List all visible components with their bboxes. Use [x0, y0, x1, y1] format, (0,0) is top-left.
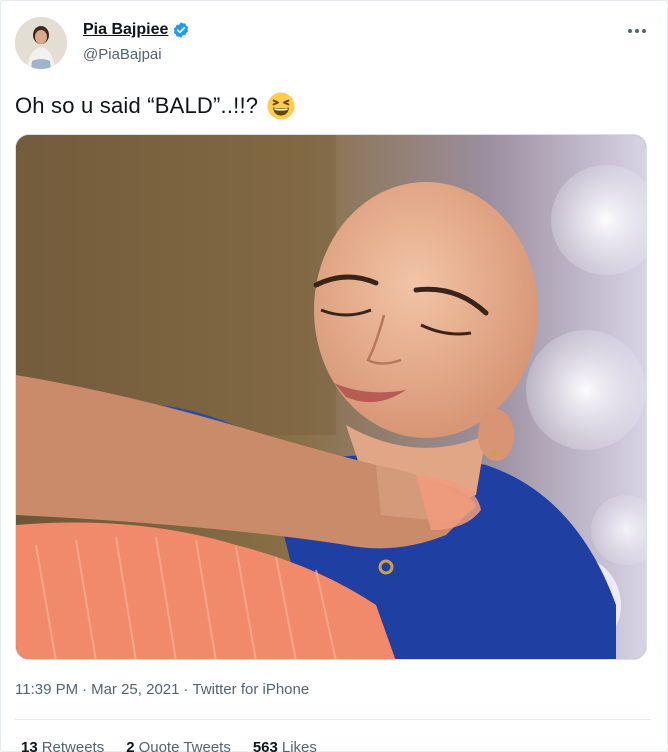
likes-stat[interactable]: 563 Likes: [253, 739, 317, 752]
verified-badge-icon: [172, 21, 190, 39]
grinning-squinting-face-icon: [266, 91, 296, 121]
photo-image: [16, 135, 646, 659]
author-display-name[interactable]: Pia Bajpiee: [83, 21, 168, 39]
tweet-card: Pia Bajpiee @PiaBajpai Oh so u said “BAL…: [0, 0, 668, 752]
meta-separator: ·: [82, 681, 88, 698]
quote-tweets-count: 2: [126, 739, 135, 752]
tweet-text-content: Oh so u said “BALD”..!!?: [15, 93, 259, 118]
retweets-count: 13: [21, 739, 38, 752]
author-name-row: Pia Bajpiee: [83, 21, 190, 39]
quote-tweets-label: Quote Tweets: [138, 739, 231, 752]
retweets-label: Retweets: [41, 739, 105, 752]
quote-tweets-stat[interactable]: 2 Quote Tweets: [126, 739, 231, 752]
tweet-date[interactable]: Mar 25, 2021: [91, 681, 179, 698]
tweet-media-photo[interactable]: [15, 134, 647, 660]
more-options-icon[interactable]: [625, 19, 649, 43]
tweet-time[interactable]: 11:39 PM: [15, 681, 78, 698]
stats-divider: [15, 719, 651, 720]
avatar-image: [15, 17, 67, 69]
tweet-meta: 11:39 PM · Mar 25, 2021 · Twitter for iPhone: [15, 681, 309, 698]
likes-count: 563: [252, 739, 278, 752]
author-avatar[interactable]: [15, 17, 67, 69]
tweet-source[interactable]: Twitter for iPhone: [192, 681, 309, 698]
tweet-stats: 13 Retweets 2 Quote Tweets 563 Likes: [21, 739, 317, 752]
tweet-text: Oh so u said “BALD”..!!?: [15, 91, 296, 121]
author-handle[interactable]: @PiaBajpai: [83, 46, 162, 63]
meta-separator: ·: [183, 681, 189, 698]
likes-label: Likes: [281, 739, 317, 752]
retweets-stat[interactable]: 13 Retweets: [21, 739, 104, 752]
